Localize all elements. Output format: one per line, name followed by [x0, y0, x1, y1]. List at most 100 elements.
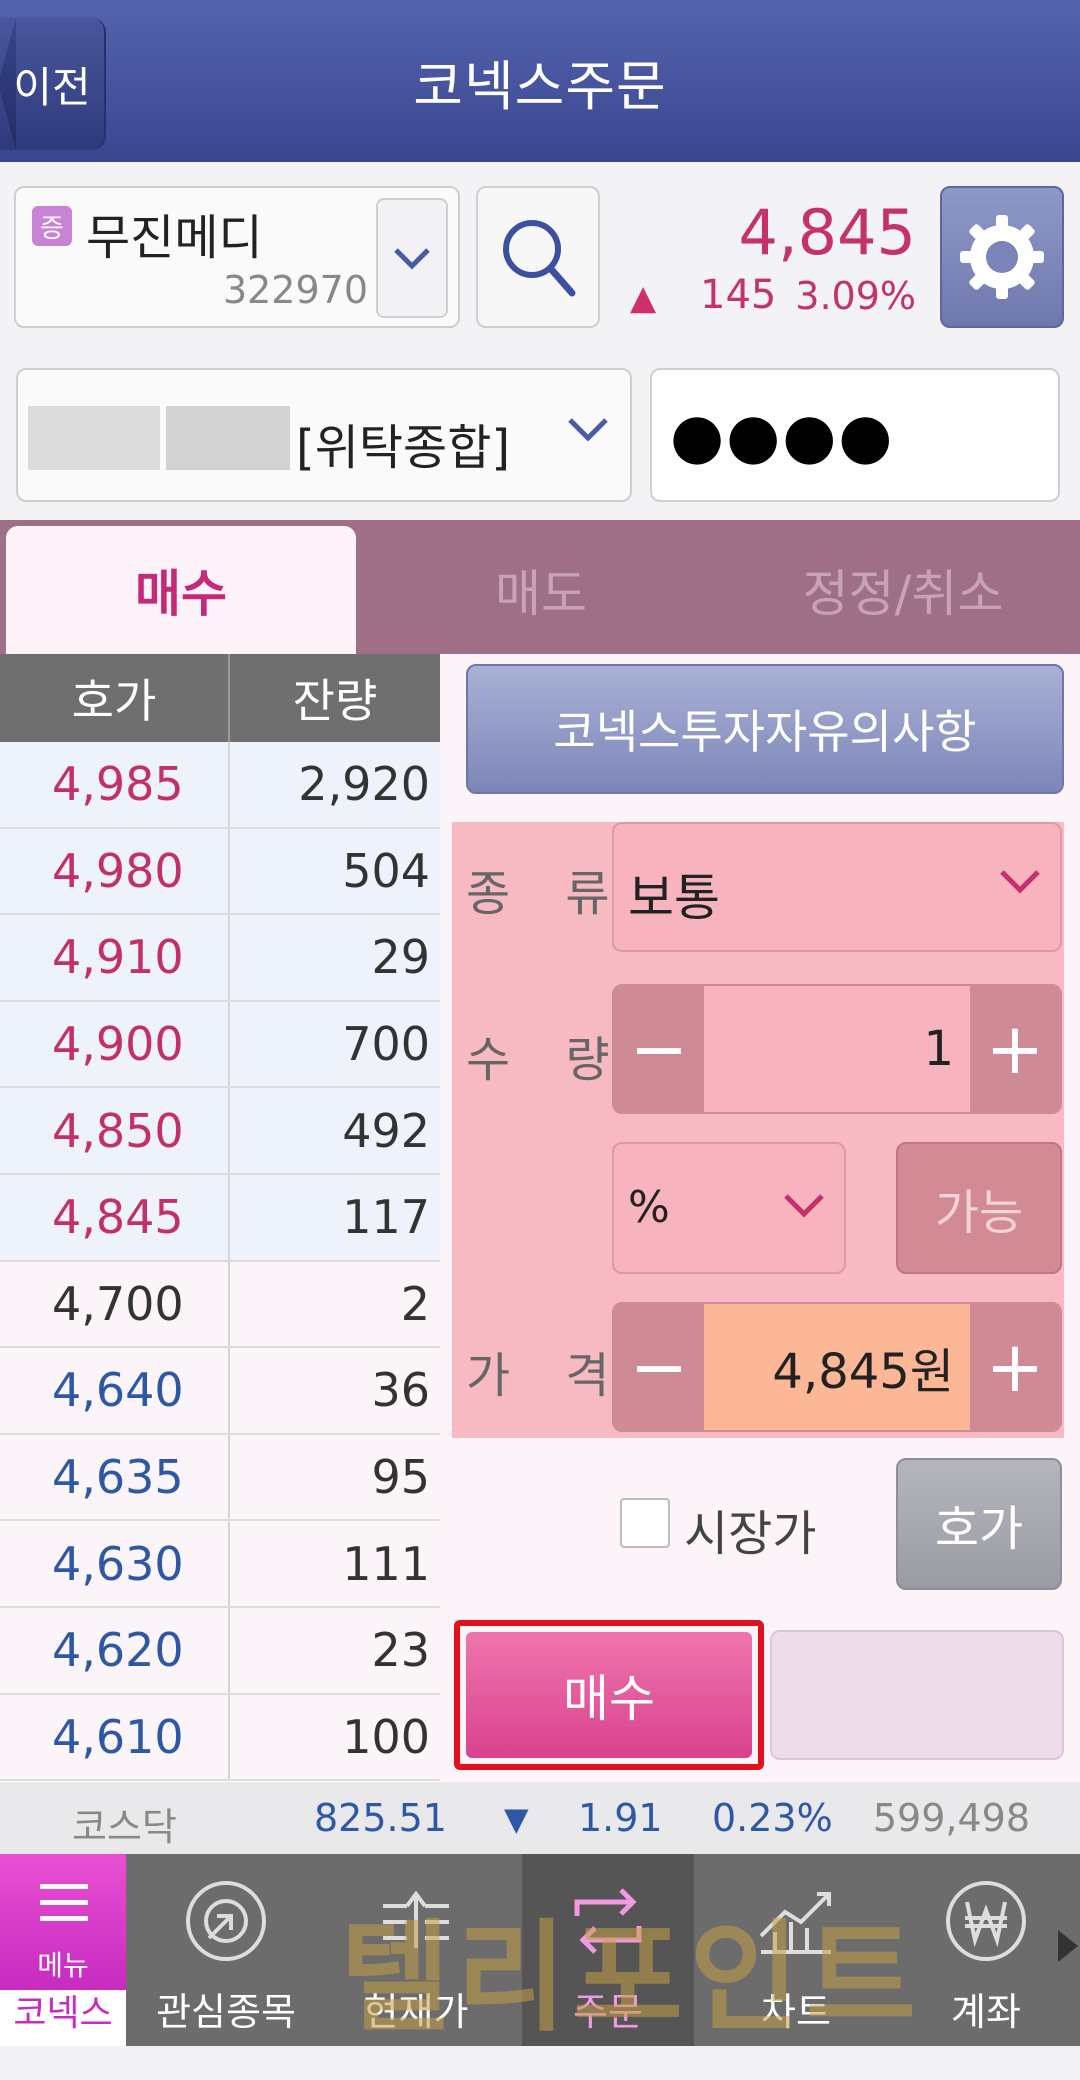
back-button[interactable]: 이전 — [0, 18, 106, 150]
chevron-down-icon — [784, 1194, 824, 1218]
nav-item-current-price[interactable]: 현재가 — [326, 1854, 506, 2046]
quantity-plus-button[interactable]: + — [970, 986, 1060, 1112]
bottom-nav: 메뉴 코넥스 관심종목 현재가 주문 차트 계좌 — [0, 1854, 1080, 2046]
tab-buy[interactable]: 매수 — [6, 526, 356, 654]
nav-item-order[interactable]: 주문 — [522, 1854, 694, 2046]
available-button[interactable]: 가능 — [896, 1142, 1062, 1274]
nav-label: 차트 — [761, 1990, 831, 2034]
stock-selector[interactable]: 증 무진메디 322970 — [14, 186, 460, 328]
chevron-down-icon — [394, 248, 430, 270]
orderbook-header-price: 호가 — [0, 654, 230, 742]
row-price: 4,640 — [0, 1348, 230, 1433]
row-qty: 36 — [371, 1363, 430, 1418]
page-title: 코넥스주문 — [413, 54, 667, 118]
row-price: 4,635 — [0, 1434, 230, 1520]
row-price: 4,630 — [0, 1521, 230, 1606]
orderbook-row[interactable]: 4,610 100 — [0, 1694, 440, 1782]
orderbook-row[interactable]: 4,845 117 — [0, 1174, 440, 1262]
search-icon — [503, 220, 576, 297]
orderbook-row[interactable]: 4,630 111 — [0, 1521, 440, 1608]
quantity-minus-button[interactable]: − — [614, 986, 704, 1112]
row-qty: 95 — [371, 1450, 430, 1505]
account-number-masked — [166, 406, 290, 470]
price-minus-button[interactable]: − — [614, 1304, 704, 1430]
stock-code: 322970 — [222, 268, 368, 312]
orderbook-row[interactable]: 4,850 492 — [0, 1088, 440, 1175]
row-price: 4,980 — [0, 828, 230, 914]
orderbook-row[interactable]: 4,900 700 — [0, 1001, 440, 1089]
row-qty: 492 — [342, 1103, 430, 1158]
nav-home-label: 코넥스 — [13, 1993, 113, 2034]
row-price: 4,910 — [0, 915, 230, 1000]
account-type: [위탁종합] — [296, 420, 511, 476]
quantity-input[interactable]: 1 — [704, 986, 970, 1112]
index-ticker[interactable]: 코스닥 825.51 ▼ 1.91 0.23% 599,498 — [0, 1782, 1080, 1854]
orderbook-header: 호가 잔량 — [0, 654, 440, 742]
empty-slot — [770, 1630, 1064, 1760]
percent-select[interactable]: % — [612, 1142, 846, 1274]
won-icon — [946, 1881, 1026, 1961]
chart-icon — [759, 1892, 831, 1954]
price-input[interactable]: 4,845원 — [704, 1304, 970, 1430]
gear-icon — [960, 215, 1044, 299]
row-price: 4,620 — [0, 1607, 230, 1693]
current-price: 4,845 — [738, 196, 917, 269]
orderbook-row[interactable]: 4,620 23 — [0, 1607, 440, 1695]
percent-value: % — [628, 1182, 670, 1233]
hamburger-icon — [40, 1884, 88, 1932]
nav-item-watchlist[interactable]: 관심종목 — [136, 1854, 316, 2046]
orderbook-row[interactable]: 4,910 29 — [0, 915, 440, 1002]
row-price: 4,985 — [0, 742, 230, 827]
row-qty: 23 — [371, 1623, 430, 1678]
account-selector[interactable]: [위탁종합] — [16, 368, 632, 502]
settings-button[interactable] — [940, 186, 1064, 328]
nav-label: 계좌 — [951, 1990, 1021, 2034]
row-qty: 700 — [342, 1017, 430, 1072]
investor-notice-button[interactable]: 코넥스투자자유의사항 — [466, 664, 1064, 794]
down-arrow-icon: ▼ — [504, 1800, 529, 1838]
order-tabs: 매수 매도 정정/취소 — [0, 520, 1080, 654]
nav-menu-button[interactable]: 메뉴 코넥스 — [0, 1854, 126, 2046]
nav-item-account[interactable]: 계좌 — [896, 1854, 1076, 2046]
order-type-select[interactable]: 보통 — [612, 822, 1062, 952]
up-arrow-icon: ▲ — [630, 278, 657, 318]
password-field[interactable]: ●●●● — [650, 368, 1060, 502]
nav-label: 관심종목 — [156, 1990, 296, 2034]
orderbook-row[interactable]: 4,980 504 — [0, 828, 440, 916]
search-button[interactable] — [476, 186, 600, 328]
row-price: 4,850 — [0, 1088, 230, 1173]
price-label: 가 격 — [466, 1348, 630, 1404]
row-qty: 117 — [342, 1190, 430, 1245]
price-plus-button[interactable]: + — [970, 1304, 1060, 1430]
price-stepper: − 4,845원 + — [612, 1302, 1062, 1432]
orderbook-header-qty: 잔량 — [292, 674, 378, 728]
nav-item-chart[interactable]: 차트 — [706, 1854, 886, 2046]
index-volume: 599,498 — [872, 1796, 1030, 1840]
orderbook-row[interactable]: 4,985 2,920 — [0, 742, 440, 829]
index-name: 코스닥 — [72, 1805, 177, 1849]
row-qty: 2,920 — [298, 757, 430, 812]
index-change: 1.91 — [578, 1796, 663, 1840]
orderbook-row[interactable]: 4,640 36 — [0, 1348, 440, 1435]
orderbook-row[interactable]: 4,700 2 — [0, 1261, 440, 1349]
app-header: 코넥스주문 이전 — [0, 0, 1080, 162]
nav-label: 현재가 — [363, 1990, 469, 2034]
orderbook: 호가 잔량 4,985 2,920 4,980 504 4,910 29 4,900 7… — [0, 654, 440, 1782]
stock-dropdown-button[interactable] — [376, 198, 448, 318]
price-change-pct: 3.09% — [795, 274, 916, 318]
tab-sell[interactable]: 매도 — [356, 526, 726, 654]
quote-button[interactable]: 호가 — [896, 1458, 1062, 1590]
quantity-label: 수 량 — [466, 1032, 630, 1088]
chevron-right-icon[interactable] — [1058, 1930, 1078, 1962]
buy-button[interactable]: 매수 — [466, 1632, 752, 1758]
row-qty: 100 — [342, 1709, 430, 1764]
row-qty: 111 — [342, 1536, 430, 1591]
tab-modify-cancel[interactable]: 정정/취소 — [726, 526, 1080, 654]
account-number-masked — [28, 406, 160, 470]
price-list-icon — [383, 1890, 449, 1948]
market-price-checkbox[interactable] — [620, 1498, 670, 1548]
row-price: 4,845 — [0, 1174, 230, 1260]
price-change: 145 — [700, 272, 777, 318]
order-type-value: 보통 — [628, 869, 720, 927]
orderbook-row[interactable]: 4,635 95 — [0, 1434, 440, 1522]
